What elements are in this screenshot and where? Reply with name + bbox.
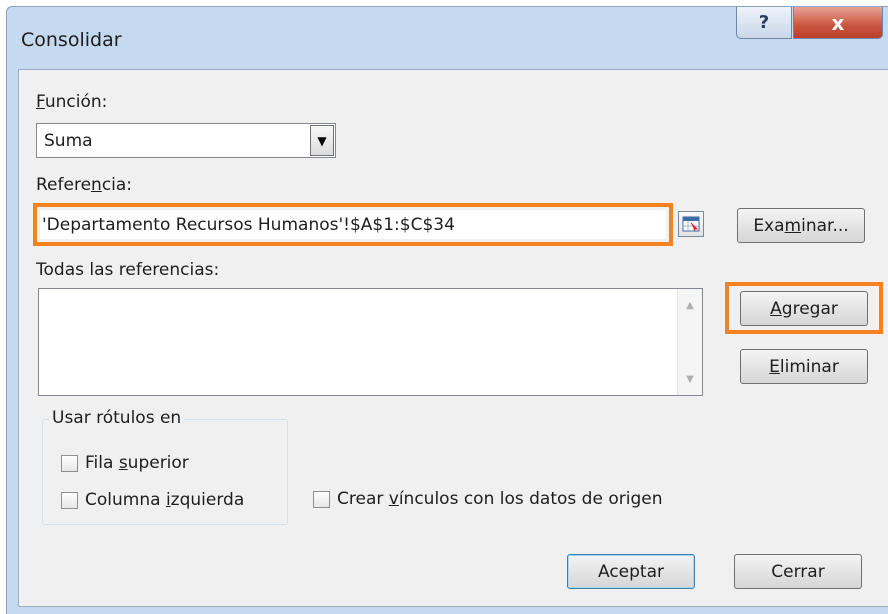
agregar-button[interactable]: Agregar <box>740 291 868 326</box>
chevron-down-icon: ▼ <box>317 133 327 148</box>
dialog-body: Función: Suma ▼ Referencia: Examinar... … <box>18 69 888 607</box>
todas-referencias-list[interactable]: ▲ ▼ <box>38 288 703 396</box>
crear-vinculos-row[interactable]: Crear vínculos con los datos de origen <box>313 489 662 509</box>
funcion-selected-value: Suma <box>44 131 93 151</box>
funcion-select[interactable]: Suma ▼ <box>36 123 336 158</box>
cerrar-button[interactable]: Cerrar <box>734 554 862 589</box>
close-icon: x <box>831 10 845 35</box>
help-button[interactable]: ? <box>736 7 792 39</box>
crear-vinculos-checkbox[interactable] <box>313 490 330 508</box>
referencia-label: Referencia: <box>36 175 133 195</box>
fila-superior-checkbox[interactable] <box>61 454 78 472</box>
close-button[interactable]: x <box>793 7 883 39</box>
fila-superior-label: Fila superior <box>85 453 189 473</box>
dialog-title: Consolidar <box>21 29 122 51</box>
collapse-dialog-button[interactable] <box>678 211 704 237</box>
columna-izquierda-row[interactable]: Columna izquierda <box>61 490 244 510</box>
list-scrollbar[interactable]: ▲ ▼ <box>677 289 702 395</box>
columna-izquierda-label: Columna izquierda <box>85 490 245 510</box>
eliminar-button[interactable]: Eliminar <box>740 349 868 384</box>
referencia-input[interactable] <box>40 210 666 239</box>
range-select-icon <box>682 216 700 232</box>
funcion-label: Función: <box>36 92 108 112</box>
consolidar-dialog: Consolidar ? x Función: Suma ▼ Referenci… <box>6 6 888 614</box>
crear-vinculos-label: Crear vínculos con los datos de origen <box>337 489 663 509</box>
group-legend: Usar rótulos en <box>49 408 185 428</box>
scroll-down-icon[interactable]: ▼ <box>678 367 702 391</box>
columna-izquierda-checkbox[interactable] <box>61 491 78 509</box>
referencia-highlight <box>33 203 673 246</box>
help-icon: ? <box>758 12 770 33</box>
todas-referencias-label: Todas las referencias: <box>36 260 220 280</box>
dropdown-button[interactable]: ▼ <box>310 125 334 156</box>
examinar-button[interactable]: Exa m inar... <box>737 208 865 243</box>
fila-superior-row[interactable]: Fila superior <box>61 453 189 473</box>
scroll-up-icon[interactable]: ▲ <box>678 293 702 317</box>
usar-rotulos-group: Usar rótulos en Fila superior Columna iz… <box>42 408 288 525</box>
aceptar-button[interactable]: Aceptar <box>567 554 695 589</box>
title-bar[interactable]: Consolidar ? x <box>7 7 888 65</box>
